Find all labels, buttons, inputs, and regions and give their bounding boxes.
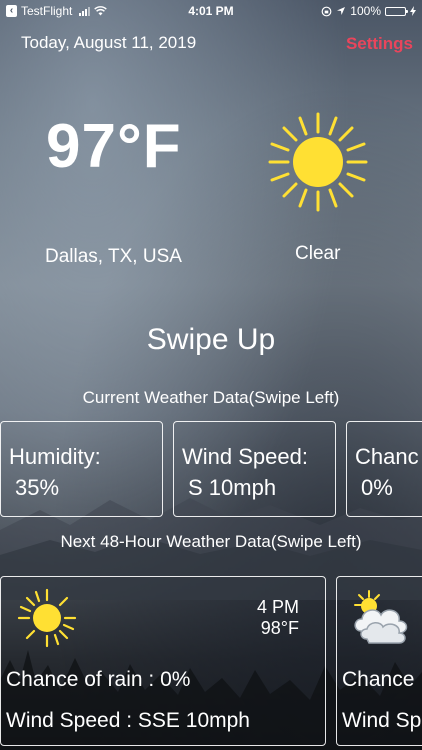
date-label: Today, August 11, 2019 [21,33,197,52]
location-arrow-icon [337,7,346,15]
stat-card-value: 35% [15,475,60,500]
sun-icon [268,112,368,212]
location-label: Dallas, TX, USA [45,246,182,267]
forecast-card[interactable]: 4 PM 98°F Chance of rain : 0% Wind Speed… [0,576,326,746]
battery-percent: 100% [350,4,381,18]
forecast-wind-speed: Wind Sp [342,709,422,732]
stat-card-label: Humidity: [9,444,101,469]
forecast-rain-chance: Chance [342,668,415,691]
chance-of-rain-card[interactable]: Chanc 0% [346,421,422,517]
partly-cloudy-icon [354,590,408,644]
battery-icon [385,6,408,16]
wind-speed-card[interactable]: Wind Speed: S 10mph [173,421,336,517]
forecast-title: Next 48-Hour Weather Data(Swipe Left) [60,532,362,551]
charging-bolt-icon [410,6,416,16]
status-bar: ‹ TestFlight 4:01 PM 100% [0,0,422,22]
sun-icon [17,588,77,648]
forecast-wind-speed: Wind Speed : SSE 10mph [6,709,250,732]
stat-card-value: 0% [361,475,393,500]
condition-label: Clear [295,243,341,264]
stat-card-value: S 10mph [188,475,277,500]
stat-card-label: Chanc [355,444,419,469]
forecast-rain-chance: Chance of rain : 0% [6,668,191,691]
humidity-card[interactable]: Humidity: 35% [0,421,163,517]
forecast-card[interactable]: Chance Wind Sp [336,576,422,746]
lock-rotation-icon [321,6,332,16]
current-temperature: 97°F [46,112,182,181]
swipe-up-hint[interactable]: Swipe Up [0,323,422,357]
current-weather-title: Current Weather Data(Swipe Left) [82,388,340,407]
forecast-time: 4 PM [256,597,299,617]
forecast-temperature: 98°F [260,618,299,638]
settings-button[interactable]: Settings [346,34,413,54]
stat-card-label: Wind Speed: [182,444,308,469]
